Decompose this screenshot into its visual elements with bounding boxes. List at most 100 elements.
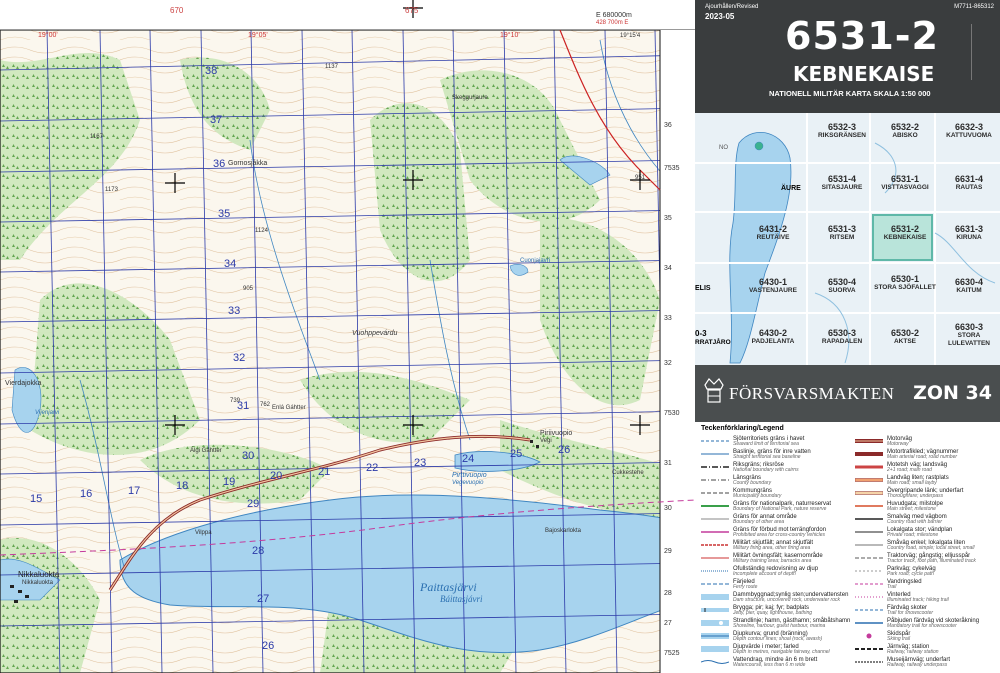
legend-symbol <box>855 583 883 585</box>
legend-item-translation: Main street; milestone <box>887 506 936 512</box>
right-axis-31: 31 <box>664 460 672 467</box>
map-area[interactable]: 670 675 E 680000m 428 700m E 19°15'4 19°… <box>0 0 695 673</box>
legend-item-translation: Motorway <box>887 441 909 447</box>
index-tile-6531-1[interactable]: 6531-1 VISTTASVAGGI <box>872 173 938 222</box>
legend-item-translation: Tractor track, foot path, illuminated tr… <box>887 558 976 564</box>
index-partial-4: RRATJÅRO <box>695 339 731 346</box>
index-tile-6430-2[interactable]: 6430-2 PADJELANTA <box>740 327 806 365</box>
legend-item-translation: Depth contour lines; shoal (rock, awash) <box>733 636 823 642</box>
legend-symbol <box>701 440 729 442</box>
legend-item-translation: Trail for snowscooter <box>887 610 934 616</box>
index-tile-6532-3[interactable]: 6532-3 RIKSGRÄNSEN <box>809 121 875 170</box>
legend: Teckenförklaring/Legend Sjöterritoriets … <box>695 422 1000 673</box>
legend-symbol <box>855 465 883 469</box>
legend-item: Dammbyggnad;synlig sten;undervattensten D… <box>701 592 849 604</box>
index-tile-6631-3[interactable]: 6631-3 KIRUNA <box>936 223 1000 272</box>
legend-symbol <box>701 544 729 546</box>
legend-item: Småväg enkel; lokalgata liten Country roa… <box>855 540 1000 552</box>
legend-symbol <box>701 594 729 600</box>
sheet-info-panel: Ajourhållen/Revised 2023-05 M7711-865312… <box>695 0 1000 673</box>
index-tile-6531-3[interactable]: 6531-3 RITSEM <box>809 223 875 272</box>
grid-row-27: 27 <box>257 593 270 605</box>
index-tile-6632-3[interactable]: 6632-3 KATTUVUOMA <box>936 121 1000 170</box>
legend-symbol <box>701 505 729 507</box>
grid-col-21: 21 <box>318 466 331 478</box>
place-nikkaluokta: Nikkaluokta <box>18 570 60 579</box>
height-739: 739 <box>230 398 241 404</box>
deg-label-2: 19°05' <box>248 32 268 39</box>
right-axis-32: 32 <box>664 360 672 367</box>
index-tile-6530-3[interactable]: 6530-3 RAPADALEN <box>809 327 875 365</box>
legend-symbol <box>855 648 883 650</box>
grid-row-38: 38 <box>205 65 218 77</box>
sheet-title-box: Ajourhållen/Revised 2023-05 M7711-865312… <box>695 0 1000 113</box>
sheet-index-map: 6532-3 RIKSGRÄNSEN 6532-2 ABISKO 6632-3 KAT… <box>695 113 1000 365</box>
legend-symbol <box>701 583 729 585</box>
legend-item: Parkväg; cykelväg Park road; cycle path <box>855 566 1000 578</box>
legend-title: Teckenförklaring/Legend <box>701 425 784 432</box>
legend-item: Påbjuden färdväg vid skoteråkning Mandato… <box>855 618 1000 630</box>
index-tile-6531-2[interactable]: 6531-2 KEBNEKAISE <box>872 223 938 272</box>
grid-row-29: 29 <box>247 498 260 510</box>
legend-item-translation: Ferry route <box>733 584 758 590</box>
coord-top-3: 19°15'4 <box>620 33 641 39</box>
legend-item: Brygga; pir; kaj; fyr; badplats Jetty, pi… <box>701 605 849 617</box>
legend-item: Vandringsled Trail <box>855 579 1000 591</box>
place-vegi: Vegi <box>540 438 552 444</box>
right-axis-7530: 7530 <box>664 410 680 417</box>
legend-symbol <box>855 439 883 443</box>
place-enla-gahtter: Enlá Gáhtter <box>272 405 306 411</box>
index-tile-6530-4[interactable]: 6530-4 SUORVA <box>809 276 875 325</box>
legend-item: Gräns för förbud mot terrängfordon Prohib… <box>701 527 849 539</box>
legend-symbol <box>855 609 883 611</box>
grid-row-28: 28 <box>252 545 265 557</box>
grid-col-26: 26 <box>558 444 571 456</box>
legend-item-translation: Municipality boundary <box>733 493 782 499</box>
index-tile-6630-3[interactable]: 6630-3 STORA LULEVATTEN <box>936 321 1000 365</box>
grid-col-24: 24 <box>462 453 475 465</box>
legend-item-translation: Military training area; barracks area <box>733 558 812 564</box>
right-axis-36: 36 <box>664 122 672 129</box>
legend-item-translation: Shoreline, harbour, guest harbour, marin… <box>733 623 826 629</box>
grid-row-36: 36 <box>213 158 226 170</box>
index-partial-5: NO <box>719 145 728 151</box>
legend-symbol <box>855 452 883 456</box>
legend-item-translation: County boundary <box>733 480 772 486</box>
index-tile-6532-2[interactable]: 6532-2 ABISKO <box>872 121 938 170</box>
legend-symbol <box>855 544 883 546</box>
index-tile-6630-4[interactable]: 6630-4 KAITUM <box>936 276 1000 325</box>
place-cuonjajavri: Cuonjajavri <box>520 258 551 264</box>
legend-item: Järnväg; station Railway, railway station <box>855 644 1000 656</box>
lake-name: Paittasjärvi <box>420 580 477 594</box>
legend-item-translation: Jetty, pier, quay, lighthouse, bathing <box>733 610 813 616</box>
grid-row-35: 35 <box>218 208 231 220</box>
height-951: 951 <box>635 175 646 181</box>
coord-top-2: 428 700m E <box>596 20 629 26</box>
legend-symbol <box>855 518 883 520</box>
place-bajoskarlokta: Bajoskarlokta <box>545 528 582 534</box>
legend-item-translation: Trail <box>887 584 897 590</box>
index-tile-6431-2[interactable]: 6431-2 REUTÄIVE <box>740 223 806 272</box>
index-tile-6530-1[interactable]: 6530-1 STORA SJÖFALLET <box>872 273 938 322</box>
legend-left-column: Sjöterritoriets gräns i havet Seaward lim… <box>701 436 850 673</box>
height-1173: 1173 <box>105 187 118 193</box>
legend-item: Militärt övningsfält; kasernområde Milita… <box>701 553 849 565</box>
legend-symbol <box>701 557 729 559</box>
legend-item-translation: Railway, railway underpass <box>887 662 948 668</box>
deg-label-1: 19°00' <box>38 32 58 39</box>
legend-item-translation: Mandatory trail for snowscooter <box>887 623 957 629</box>
legend-item-translation: Skiing trail <box>887 636 911 642</box>
legend-item: Militärt skjutfält; annat skjutfält Milit… <box>701 540 849 552</box>
index-tile-6631-4[interactable]: 6631-4 RAUTAS <box>936 173 1000 222</box>
legend-symbol <box>855 570 883 572</box>
index-tile-6430-1[interactable]: 6430-1 VASTENJAURE <box>740 276 806 325</box>
index-tile-6531-4[interactable]: 6531-4 SITASJAURE <box>809 173 875 222</box>
top-tick-670: 670 <box>170 6 184 15</box>
map-canvas[interactable] <box>0 0 695 673</box>
index-tile-6530-2[interactable]: 6530-2 AKTSE <box>872 327 938 365</box>
legend-symbol <box>701 633 729 639</box>
legend-symbol <box>855 661 883 663</box>
legend-item: Ofullständig redovisning av djup Incomple… <box>701 566 849 578</box>
grid-col-22: 22 <box>366 462 379 474</box>
forsvarsmakten-logo: FÖRSVARSMAKTEN <box>729 384 895 403</box>
